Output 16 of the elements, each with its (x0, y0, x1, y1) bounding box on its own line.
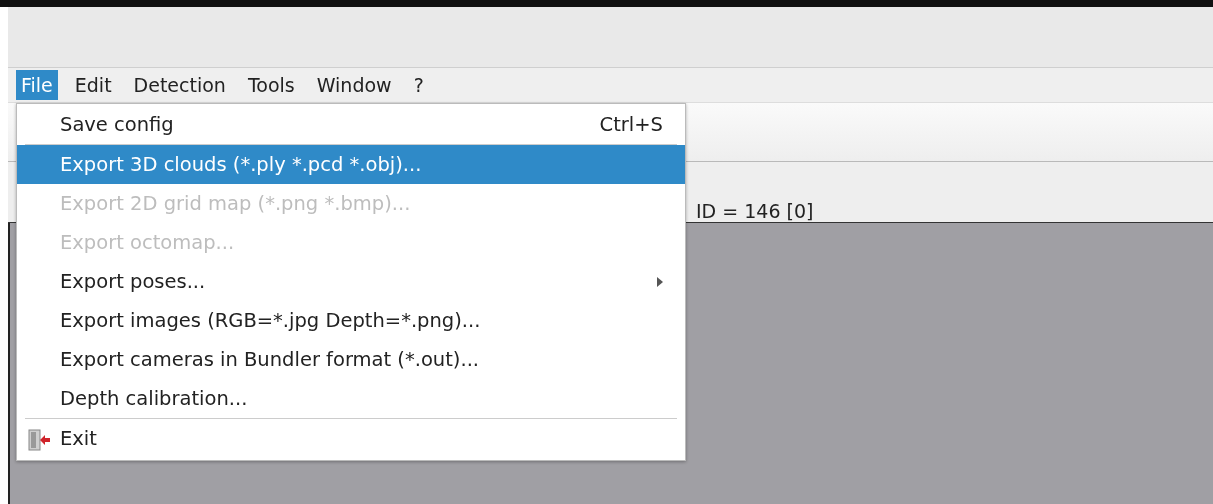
menu-item[interactable]: Export poses... (17, 262, 685, 301)
menu-title[interactable]: Tools (242, 70, 300, 100)
exit-door-icon (27, 429, 51, 451)
menu-item[interactable]: Export 3D clouds (*.ply *.pcd *.obj)... (17, 145, 685, 184)
menu-item[interactable]: Export cameras in Bundler format (*.out)... (17, 340, 685, 379)
menu-title[interactable]: Detection (128, 70, 231, 100)
menu-title[interactable]: ? (408, 70, 429, 100)
menu-item[interactable]: Depth calibration... (17, 379, 685, 418)
menu-item[interactable]: Exit (17, 419, 685, 458)
menu-item[interactable]: Save config Ctrl+S (17, 105, 685, 144)
menu-title[interactable]: Edit (69, 70, 117, 100)
menu-item[interactable]: Export images (RGB=*.jpg Depth=*.png)... (17, 301, 685, 340)
menu-title[interactable]: File (16, 70, 58, 100)
status-text: ID = 146 [0] (696, 200, 814, 222)
submenu-arrow-icon (657, 276, 663, 287)
menu-title[interactable]: Window (311, 70, 397, 100)
